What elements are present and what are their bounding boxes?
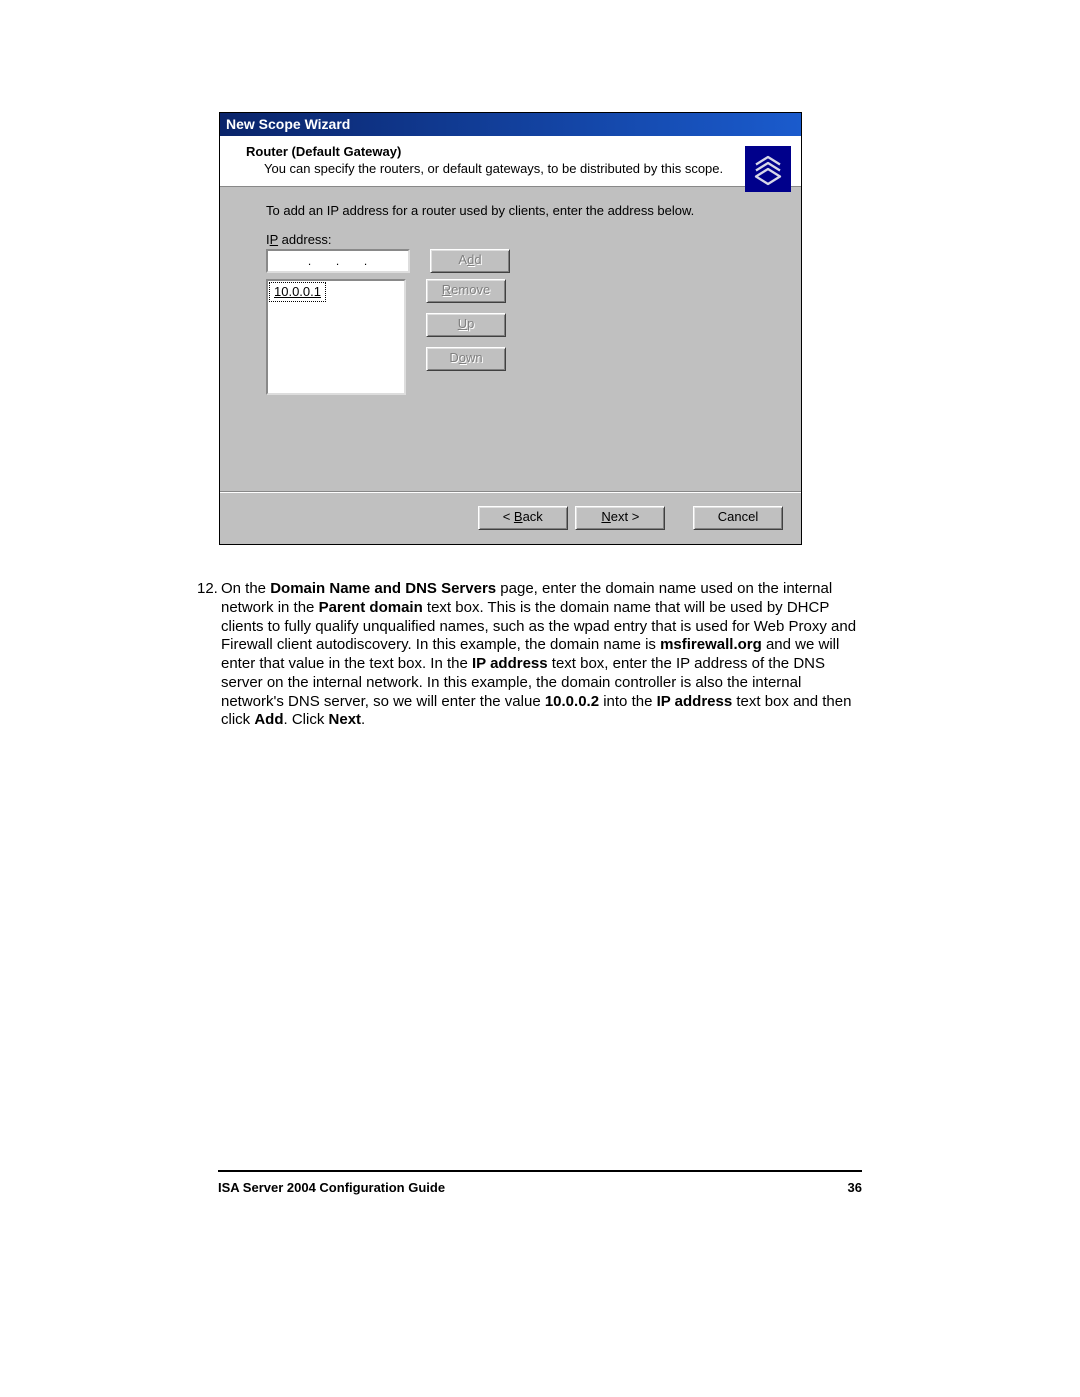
back-button[interactable]: < Back xyxy=(478,506,568,530)
wizard-dialog: New Scope Wizard Router (Default Gateway… xyxy=(219,112,802,545)
remove-button[interactable]: Remove xyxy=(426,279,506,303)
add-button[interactable]: Add xyxy=(430,249,510,273)
footer-rule xyxy=(218,1170,862,1172)
ip-listbox[interactable]: 10.0.0.1 xyxy=(266,279,406,395)
ip-list-item[interactable]: 10.0.0.1 xyxy=(269,282,326,302)
ip-address-label: IP address: xyxy=(266,232,775,247)
wizard-instruction: To add an IP address for a router used b… xyxy=(266,203,775,218)
ip-address-input[interactable]: ... xyxy=(266,249,410,273)
step-number: 12. xyxy=(197,580,218,599)
wizard-footer: < Back Next > Cancel xyxy=(220,491,801,544)
wizard-title: New Scope Wizard xyxy=(220,113,801,136)
wizard-icon xyxy=(745,146,791,192)
next-button[interactable]: Next > xyxy=(575,506,665,530)
add-button-label: Add xyxy=(458,252,481,267)
page-footer: ISA Server 2004 Configuration Guide 36 xyxy=(218,1180,862,1195)
instruction-step: 12. On the Domain Name and DNS Servers p… xyxy=(221,580,861,730)
up-button[interactable]: Up xyxy=(426,313,506,337)
footer-page-number: 36 xyxy=(848,1180,862,1195)
down-button[interactable]: Down xyxy=(426,347,506,371)
footer-title: ISA Server 2004 Configuration Guide xyxy=(218,1180,445,1195)
wizard-body: To add an IP address for a router used b… xyxy=(220,187,801,491)
wizard-header-subtitle: You can specify the routers, or default … xyxy=(264,161,789,176)
cancel-button[interactable]: Cancel xyxy=(693,506,783,530)
wizard-header-title: Router (Default Gateway) xyxy=(246,144,789,159)
wizard-header: Router (Default Gateway) You can specify… xyxy=(220,136,801,187)
